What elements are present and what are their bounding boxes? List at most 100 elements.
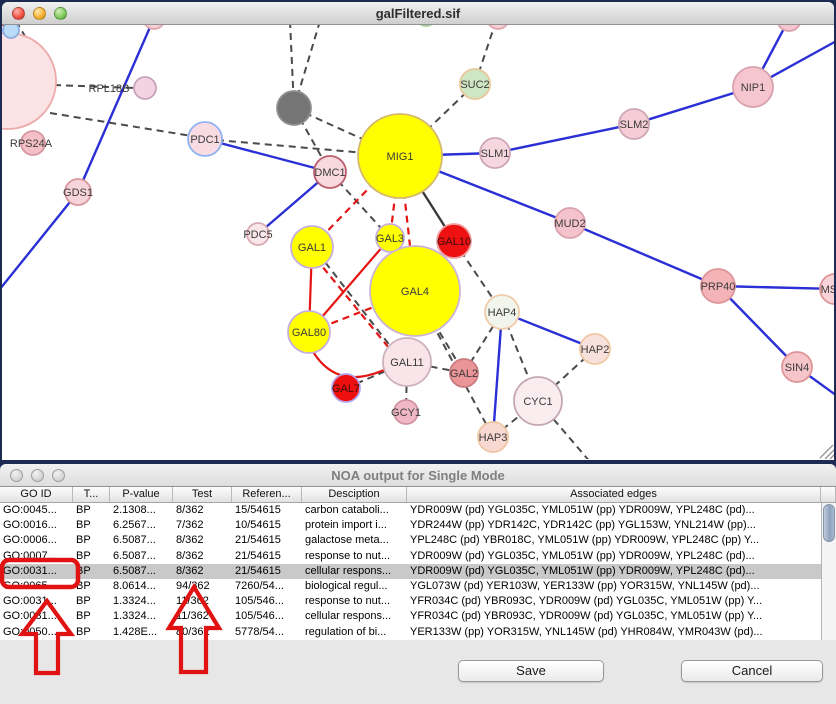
cell-go: GO:0031... xyxy=(0,609,73,624)
node-label-SLM1: SLM1 xyxy=(481,148,510,160)
column-header-P-value[interactable]: P-value xyxy=(110,487,173,502)
node-label-HAP2: HAP2 xyxy=(581,344,610,356)
cell-reference: 105/546... xyxy=(232,609,302,624)
cell-pvalue: 1.428E... xyxy=(110,625,173,640)
cell-test: 80/362 xyxy=(173,625,232,640)
node-label-RPS24A: RPS24A xyxy=(10,138,53,150)
table-row-4[interactable]: GO:0007...BP6.5087...8/36221/54615respon… xyxy=(0,549,836,564)
scrollbar-thumb[interactable] xyxy=(823,504,835,542)
minimize-button[interactable] xyxy=(33,7,46,20)
cell-go: GO:0045... xyxy=(0,503,73,518)
edge-red[interactable] xyxy=(312,350,384,377)
table-row-3[interactable]: GO:0006...BP6.5087...8/36221/54615galact… xyxy=(0,533,836,548)
network-canvas[interactable]: RPL18BRPS24AGDS1PDC1DMC1MIG1SUC2SLM1SLM2… xyxy=(2,25,834,459)
cell-type: BP xyxy=(73,518,110,533)
cell-reference: 5778/54... xyxy=(232,625,302,640)
node-RPL18B[interactable] xyxy=(134,77,156,99)
node-label-SIN4: SIN4 xyxy=(785,362,809,374)
node-blue-top[interactable] xyxy=(3,25,19,38)
node-label-MUD2: MUD2 xyxy=(554,218,585,230)
edge-pd[interactable] xyxy=(50,113,192,136)
cancel-button[interactable]: Cancel xyxy=(681,660,823,682)
table-row-5[interactable]: GO:0031...BP6.5087...8/36221/54615cellul… xyxy=(0,564,836,579)
table-row-2[interactable]: GO:0016...BP6.2567...7/36210/54615protei… xyxy=(0,518,836,533)
resize-grip[interactable] xyxy=(820,445,833,458)
cell-edges: YDR244W (pp) YDR142C, YDR142C (pp) YGL15… xyxy=(407,518,821,533)
cell-edges: YDR009W (pd) YGL035C, YML051W (pp) YDR00… xyxy=(407,503,821,518)
table-header-row: GO IDT...P-valueTestReferen...Desciption… xyxy=(0,487,836,503)
cell-go: GO:0031... xyxy=(0,594,73,609)
node-label-MIG1: MIG1 xyxy=(387,151,414,163)
node-pink-top-a[interactable] xyxy=(143,25,165,29)
cell-type: BP xyxy=(73,609,110,624)
cell-pvalue: 6.5087... xyxy=(110,564,173,579)
resize-grip[interactable] xyxy=(830,454,834,459)
noa-output-window: NOA output for Single Mode GO IDT...P-va… xyxy=(0,464,836,704)
zoom-button[interactable] xyxy=(52,469,65,482)
cell-pvalue: 6.5087... xyxy=(110,549,173,564)
table-scrollbar[interactable] xyxy=(821,503,836,640)
column-header-corner[interactable] xyxy=(821,487,836,502)
node-pink-top-b[interactable] xyxy=(487,25,509,29)
zoom-button[interactable] xyxy=(54,7,67,20)
cell-reference: 10/54615 xyxy=(232,518,302,533)
cell-edges: YDR009W (pd) YGL035C, YML051W (pp) YDR00… xyxy=(407,564,821,579)
node-pink-top-c[interactable] xyxy=(777,25,801,31)
node-gray-node[interactable] xyxy=(277,91,311,125)
column-header-GO ID[interactable]: GO ID xyxy=(0,487,73,502)
noa-window-titlebar[interactable]: NOA output for Single Mode xyxy=(0,464,836,487)
table-row-9[interactable]: GO:0050...BP1.428E...80/3625778/54...reg… xyxy=(0,625,836,640)
cell-test: 8/362 xyxy=(173,503,232,518)
table-row-6[interactable]: GO:0065...BP8.0614...94/3627260/54...bio… xyxy=(0,579,836,594)
column-header-Desciption[interactable]: Desciption xyxy=(302,487,407,502)
edge-pp[interactable] xyxy=(2,192,78,289)
cell-test: 8/362 xyxy=(173,564,232,579)
node-label-MSL1: MSL1 xyxy=(821,284,834,296)
minimize-button[interactable] xyxy=(31,469,44,482)
cell-test: 11/362 xyxy=(173,609,232,624)
edge-pp[interactable] xyxy=(78,25,154,192)
cell-description: carbon cataboli... xyxy=(302,503,407,518)
cell-edges: YDR009W (pd) YGL035C, YML051W (pp) YDR00… xyxy=(407,549,821,564)
column-header-Referen...[interactable]: Referen... xyxy=(232,487,302,502)
cell-pvalue: 2.1308... xyxy=(110,503,173,518)
close-button[interactable] xyxy=(10,469,23,482)
cell-go: GO:0006... xyxy=(0,533,73,548)
cell-test: 7/362 xyxy=(173,518,232,533)
cell-pvalue: 8.0614... xyxy=(110,579,173,594)
network-window: galFiltered.sif RPL18BRPS24AGDS1PDC1DMC1… xyxy=(2,2,834,460)
table-row-7[interactable]: GO:0031...BP1.3324...11/362105/546...res… xyxy=(0,594,836,609)
node-label-GAL3: GAL3 xyxy=(376,233,404,245)
node-label-GDS1: GDS1 xyxy=(63,187,93,199)
save-button[interactable]: Save xyxy=(458,660,604,682)
node-label-GAL4: GAL4 xyxy=(401,286,429,298)
cell-pvalue: 6.2567... xyxy=(110,518,173,533)
node-label-SUC2: SUC2 xyxy=(460,79,489,91)
column-header-Test[interactable]: Test xyxy=(173,487,232,502)
close-button[interactable] xyxy=(12,7,25,20)
edge-pp[interactable] xyxy=(495,124,634,153)
network-graph[interactable]: RPL18BRPS24AGDS1PDC1DMC1MIG1SUC2SLM1SLM2… xyxy=(2,25,834,459)
node-label-PDC5: PDC5 xyxy=(243,229,272,241)
cell-type: BP xyxy=(73,625,110,640)
table-row-8[interactable]: GO:0031...BP1.3324...11/362105/546...cel… xyxy=(0,609,836,624)
node-label-DMC1: DMC1 xyxy=(314,167,345,179)
cell-reference: 105/546... xyxy=(232,594,302,609)
cell-reference: 21/54615 xyxy=(232,564,302,579)
node-green-top[interactable] xyxy=(416,25,436,26)
column-header-Associated edges[interactable]: Associated edges xyxy=(407,487,821,502)
node-label-CYC1: CYC1 xyxy=(523,396,552,408)
edge-pp[interactable] xyxy=(493,312,502,437)
cell-description: response to nut... xyxy=(302,549,407,564)
table-row-1[interactable]: GO:0045...BP2.1308...8/36215/54615carbon… xyxy=(0,503,836,518)
node-label-GAL7: GAL7 xyxy=(332,383,360,395)
cell-type: BP xyxy=(73,503,110,518)
edge-pp[interactable] xyxy=(570,223,718,286)
node-label-GCY1: GCY1 xyxy=(391,407,421,419)
cell-type: BP xyxy=(73,564,110,579)
column-header-T...[interactable]: T... xyxy=(73,487,110,502)
node-big-left[interactable] xyxy=(2,33,56,129)
cell-reference: 7260/54... xyxy=(232,579,302,594)
cell-go: GO:0031... xyxy=(0,564,73,579)
network-window-titlebar[interactable]: galFiltered.sif xyxy=(2,2,834,25)
